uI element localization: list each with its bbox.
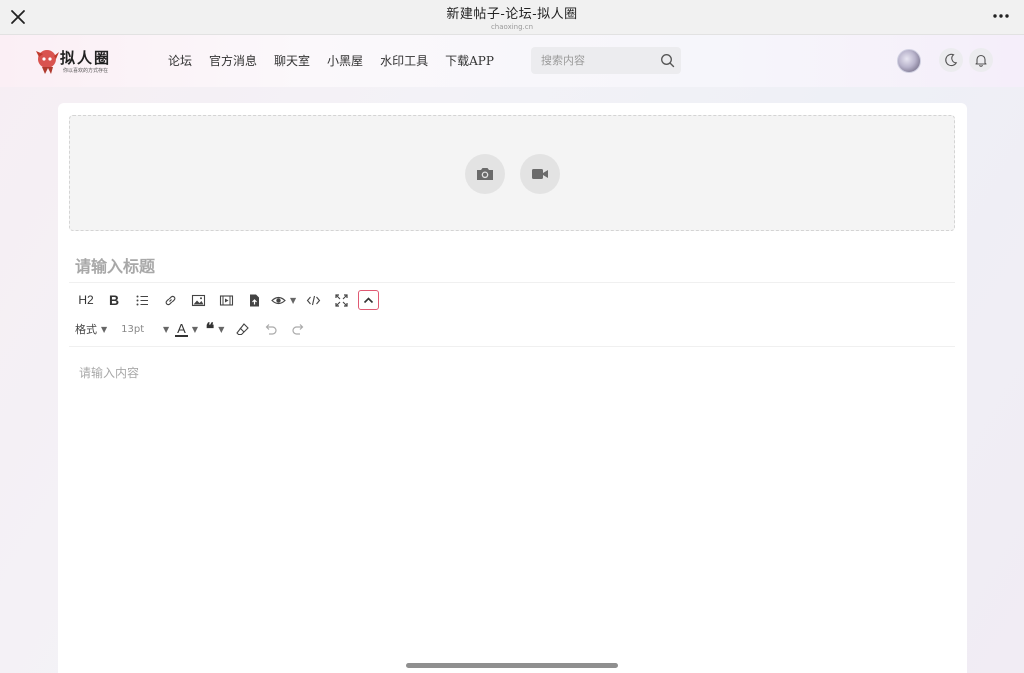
font-size-value: 13pt xyxy=(121,323,145,335)
page-domain: chaoxing.cn xyxy=(490,23,534,31)
code-button[interactable] xyxy=(302,289,324,311)
film-icon xyxy=(219,294,233,306)
browser-bar: 新建帖子-论坛-拟人圈 chaoxing.cn xyxy=(0,0,1024,35)
upload-video-button[interactable] xyxy=(520,154,560,194)
site-header: 拟人圈 你以喜欢的方式存在 论坛 官方消息 聊天室 小黑屋 水印工具 下载APP xyxy=(0,35,1024,87)
link-button[interactable] xyxy=(159,289,181,311)
bold-button[interactable]: B xyxy=(103,289,125,311)
format-select-label: 格式 xyxy=(75,323,97,336)
search-box xyxy=(531,47,681,74)
font-color-button[interactable]: A ▼ xyxy=(175,318,198,340)
post-editor-card: H2 B xyxy=(58,103,967,673)
nav-item-chatroom[interactable]: 聊天室 xyxy=(274,52,310,69)
eye-icon xyxy=(271,296,286,304)
logo-slogan: 你以喜欢的方式存在 xyxy=(63,68,109,74)
redo-button[interactable] xyxy=(288,318,310,340)
nav-item-download-app[interactable]: 下载APP xyxy=(445,52,494,69)
quote-button[interactable]: ❝ ▼ xyxy=(204,318,226,340)
redo-icon xyxy=(292,323,304,335)
preview-button[interactable]: ▼ xyxy=(271,289,296,311)
nav-item-forum[interactable]: 论坛 xyxy=(168,52,192,69)
chevron-down-icon: ▼ xyxy=(163,324,170,334)
home-indicator xyxy=(406,663,618,668)
camera-icon xyxy=(477,168,493,180)
editor-toolbar-row-2: 格式 ▼ 13pt ▼ A ▼ ❝ ▼ xyxy=(75,317,316,341)
nav-item-blackroom[interactable]: 小黑屋 xyxy=(327,52,363,69)
heading-button[interactable]: H2 xyxy=(75,289,97,311)
bullet-list-icon xyxy=(136,295,148,305)
theme-toggle-button[interactable] xyxy=(939,48,963,72)
browser-title-wrap: 新建帖子-论坛-拟人圈 chaoxing.cn xyxy=(0,3,1024,31)
chevron-down-icon: ▼ xyxy=(101,324,108,334)
code-icon xyxy=(306,295,320,305)
nav-item-official-news[interactable]: 官方消息 xyxy=(209,52,257,69)
post-title-input[interactable] xyxy=(75,254,945,278)
site-logo[interactable]: 拟人圈 你以喜欢的方式存在 xyxy=(35,45,115,79)
media-upload-zone xyxy=(69,115,955,231)
clear-format-button[interactable] xyxy=(232,318,254,340)
editor-toolbar-row-1: H2 B ▼ xyxy=(75,288,385,312)
chevron-down-icon: ▼ xyxy=(191,324,198,334)
moon-icon xyxy=(945,53,958,67)
bullet-list-button[interactable] xyxy=(131,289,153,311)
font-color-label: A xyxy=(175,320,188,337)
upload-photo-button[interactable] xyxy=(465,154,505,194)
chevron-down-icon: ▼ xyxy=(218,324,225,334)
post-content-editor[interactable] xyxy=(69,358,955,658)
undo-button[interactable] xyxy=(260,318,282,340)
collapse-toolbar-button[interactable] xyxy=(358,290,380,310)
logo-mascot-icon xyxy=(36,50,59,74)
link-icon xyxy=(165,295,175,305)
upload-file-button[interactable] xyxy=(243,289,265,311)
chevron-down-icon: ▼ xyxy=(290,295,297,305)
insert-video-button[interactable] xyxy=(215,289,237,311)
fullscreen-button[interactable] xyxy=(330,289,352,311)
bell-icon xyxy=(975,54,987,67)
image-icon xyxy=(191,294,205,306)
font-size-select[interactable]: 13pt ▼ xyxy=(117,318,169,340)
undo-icon xyxy=(266,323,278,335)
search-icon[interactable] xyxy=(660,53,675,68)
toolbar-divider xyxy=(69,346,955,347)
logo-text: 拟人圈 xyxy=(60,49,112,67)
notifications-button[interactable] xyxy=(969,48,993,72)
avatar[interactable] xyxy=(897,49,921,73)
video-camera-icon xyxy=(532,169,548,179)
nav-item-watermark-tool[interactable]: 水印工具 xyxy=(380,52,428,69)
chevron-up-icon xyxy=(364,296,374,303)
more-icon[interactable] xyxy=(992,9,1010,23)
insert-image-button[interactable] xyxy=(187,289,209,311)
page-title: 新建帖子-论坛-拟人圈 xyxy=(446,7,578,22)
search-input[interactable] xyxy=(541,52,651,69)
format-select[interactable]: 格式 ▼ xyxy=(75,318,111,340)
quote-icon: ❝ xyxy=(205,319,215,338)
main-nav: 论坛 官方消息 聊天室 小黑屋 水印工具 下载APP xyxy=(168,52,511,69)
fullscreen-icon xyxy=(335,293,348,307)
file-upload-icon xyxy=(249,294,259,306)
title-divider xyxy=(69,282,955,283)
eraser-icon xyxy=(236,322,250,335)
